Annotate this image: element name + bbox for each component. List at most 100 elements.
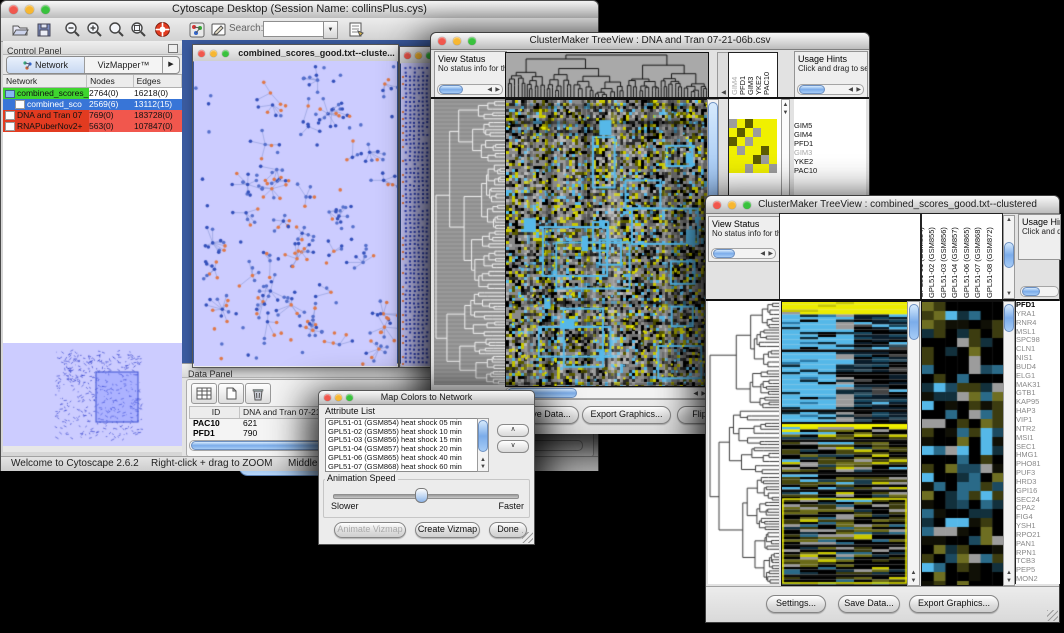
column-label[interactable]: GPL51-08 (GSM872) — [986, 227, 994, 298]
resize-grip[interactable] — [1047, 610, 1058, 621]
matrix-cell[interactable] — [737, 155, 745, 164]
matrix-cell[interactable] — [769, 146, 777, 155]
tab-overflow-icon[interactable]: ▶ — [163, 57, 179, 73]
matrix-cell[interactable] — [745, 155, 753, 164]
attribute-list-item[interactable]: GPL51-07 (GSM868) heat shock 60 min — [326, 463, 478, 472]
hscrollbar-thumb[interactable] — [1022, 287, 1040, 296]
scroll-right-icon[interactable]: ▶ — [495, 86, 500, 93]
matrix-cell[interactable] — [769, 155, 777, 164]
scroll-up-icon[interactable]: ▲ — [908, 570, 919, 576]
scroll-left-icon[interactable]: ◀ — [693, 390, 698, 397]
minimize-button[interactable] — [25, 5, 34, 14]
matrix-cell[interactable] — [753, 128, 761, 137]
annotation-icon[interactable] — [209, 20, 228, 39]
network-graph-canvas-2[interactable] — [401, 63, 432, 366]
scroll-down-icon[interactable]: ▼ — [1004, 291, 1014, 297]
matrix-cell[interactable] — [753, 119, 761, 128]
matrix-cell[interactable] — [737, 137, 745, 146]
matrix-cell[interactable] — [769, 164, 777, 173]
column-labels-vscrollbar[interactable]: ▲ ▼ — [1003, 215, 1015, 299]
matrix-cell[interactable] — [761, 155, 769, 164]
close-button[interactable] — [9, 5, 18, 14]
matrix-cell[interactable] — [753, 137, 761, 146]
heatmap-hscrollbar[interactable]: ◀ ▶ — [505, 387, 709, 399]
scroll-down-icon[interactable]: ▼ — [782, 110, 789, 116]
delete-attribute-trash-icon[interactable] — [245, 383, 271, 404]
scroll-left-icon[interactable]: ◀ — [760, 250, 765, 257]
animate-vizmap-button[interactable]: Animate Vizmap — [334, 522, 406, 538]
close-button[interactable] — [713, 201, 721, 209]
matrix-cell[interactable] — [745, 164, 753, 173]
zoom-button[interactable] — [743, 201, 751, 209]
network-row[interactable]: DNA and Tran 07769(0)183728(0) — [3, 110, 182, 121]
gene-label[interactable]: MON2 — [1016, 575, 1060, 584]
network-graph-canvas[interactable] — [194, 61, 397, 366]
row-dendrogram-canvas[interactable] — [434, 99, 505, 385]
matrix-cell[interactable] — [761, 128, 769, 137]
tab-network[interactable]: Network — [7, 57, 85, 73]
scroll-up-icon[interactable]: ▲ — [1004, 217, 1014, 223]
zoom-fit-icon[interactable] — [107, 20, 126, 39]
column-dendrogram-canvas[interactable] — [505, 52, 709, 98]
open-file-icon[interactable] — [11, 20, 30, 39]
attribute-browser-icon[interactable] — [347, 20, 366, 39]
scroll-right-icon[interactable]: ▶ — [856, 86, 861, 93]
slider-thumb[interactable] — [415, 488, 428, 503]
column-label[interactable]: PAC10 — [763, 72, 771, 95]
matrix-cell[interactable] — [761, 146, 769, 155]
matrix-cell[interactable] — [753, 155, 761, 164]
gene-label[interactable]: GIM3 — [794, 148, 866, 157]
matrix-cell[interactable] — [737, 119, 745, 128]
gene-label[interactable]: PFD1 — [794, 139, 866, 148]
matrix-cell[interactable] — [769, 137, 777, 146]
matrix-cell[interactable] — [769, 128, 777, 137]
minimize-button[interactable] — [728, 201, 736, 209]
matrix-cell[interactable] — [729, 119, 737, 128]
gene-label[interactable]: YKE2 — [794, 157, 866, 166]
zoom-button[interactable] — [346, 394, 353, 401]
gene-label[interactable]: GIM5 — [794, 121, 866, 130]
scroll-up-icon[interactable]: ▲ — [1004, 570, 1014, 576]
help-lifering-icon[interactable] — [153, 20, 172, 39]
scroll-up-icon[interactable]: ▲ — [478, 457, 488, 463]
row-dendrogram-canvas[interactable] — [708, 301, 779, 584]
gene-label[interactable]: PAC10 — [794, 166, 866, 175]
export-graphics-button[interactable]: Export Graphics... — [909, 595, 999, 613]
resize-grip[interactable] — [522, 532, 533, 543]
matrix-cell[interactable] — [753, 146, 761, 155]
main-titlebar[interactable]: Cytoscape Desktop (Session Name: collins… — [1, 1, 598, 19]
network-list-header[interactable]: Network Nodes Edges — [3, 75, 182, 88]
gene-label[interactable]: GIM4 — [794, 130, 866, 139]
minimize-button[interactable] — [453, 37, 461, 45]
move-down-button[interactable]: ∨ — [497, 440, 529, 453]
network-view-2-titlebar[interactable] — [400, 47, 433, 64]
global-heatmap-canvas[interactable] — [781, 301, 908, 586]
zoom-vscrollbar[interactable]: ▲ ▼ — [1003, 301, 1015, 586]
column-label[interactable]: GPL51-06 (GSM865) — [963, 227, 971, 298]
network-row[interactable]: RNAPuberNov2+563(0)107847(0) — [3, 121, 182, 132]
matrix-cell[interactable] — [761, 164, 769, 173]
tab-vizmapper[interactable]: VizMapper™ — [85, 57, 163, 73]
close-button[interactable] — [438, 37, 446, 45]
vscrollbar-thumb[interactable] — [1004, 304, 1014, 332]
zoom-button[interactable] — [222, 50, 229, 57]
heatmap-vscrollbar[interactable]: ▲ ▼ — [907, 301, 920, 586]
matrix-cell[interactable] — [753, 164, 761, 173]
zoom-out-icon[interactable] — [63, 20, 82, 39]
view-status-hscrollbar[interactable]: ◀ ▶ — [711, 248, 776, 259]
close-button[interactable] — [198, 50, 205, 57]
matrix-cell[interactable] — [737, 146, 745, 155]
export-graphics-button[interactable]: Export Graphics... — [582, 406, 671, 424]
matrix-cell[interactable] — [745, 119, 753, 128]
zoom-selected-icon[interactable] — [129, 20, 148, 39]
scroll-right-icon[interactable]: ▶ — [768, 250, 773, 257]
vscrollbar-thumb[interactable] — [478, 420, 488, 452]
network-view-window[interactable]: combined_scores_good.txt--cluste... — [192, 44, 399, 368]
search-input[interactable] — [263, 21, 327, 37]
float-panel-icon[interactable] — [168, 44, 178, 53]
scroll-down-icon[interactable]: ▼ — [908, 578, 919, 584]
column-label[interactable]: GPL51-04 (GSM857) — [951, 227, 959, 298]
matrix-cell[interactable] — [761, 137, 769, 146]
select-attributes-icon[interactable] — [191, 383, 217, 404]
matrix-cell[interactable] — [745, 146, 753, 155]
